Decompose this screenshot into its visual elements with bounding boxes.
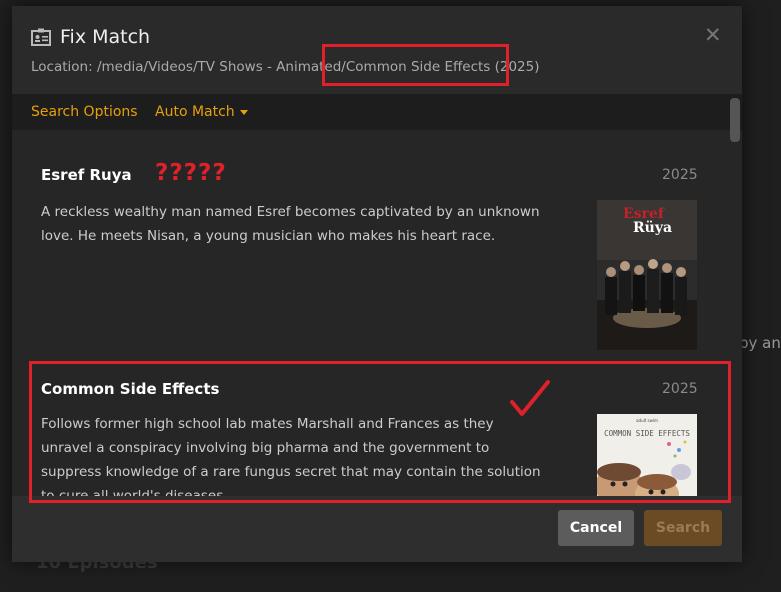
cancel-button[interactable]: Cancel [558, 510, 634, 546]
result-item[interactable]: Esref Ruya 2025 A reckless wealthy man n… [12, 130, 730, 356]
result-year: 2025 [662, 167, 698, 183]
result-description: Follows former high school lab mates Mar… [41, 416, 541, 496]
result-poster: adult swim COMMON SIDE EFFECTS [597, 414, 697, 496]
annotation-question-marks: ????? [155, 160, 227, 186]
result-title: Esref Ruya [41, 166, 132, 184]
poster-network-label: adult swim [636, 418, 658, 423]
poster-title-line2: Rüya [633, 220, 672, 236]
results-scrollbar[interactable] [730, 98, 740, 142]
result-title: Common Side Effects [41, 380, 220, 398]
dialog-title: Fix Match [60, 26, 151, 48]
poster-title-text: COMMON SIDE EFFECTS [604, 429, 690, 438]
dialog-footer: Cancel Search [12, 496, 742, 562]
result-item[interactable]: Common Side Effects 2025 Follows former … [12, 356, 730, 496]
background-description-fragment: by an [739, 334, 781, 352]
tab-auto-match-label: Auto Match [155, 104, 235, 120]
fix-match-dialog: Fix Match ✕ Location: /media/Videos/TV S… [12, 6, 742, 562]
dialog-tabs: Search Options Auto Match [12, 94, 742, 130]
results-list: Esref Ruya 2025 A reckless wealthy man n… [12, 130, 742, 496]
id-card-icon [31, 28, 51, 46]
location-path: Location: /media/Videos/TV Shows - Anima… [31, 59, 540, 75]
tab-search-options[interactable]: Search Options [31, 104, 138, 120]
result-year: 2025 [662, 381, 698, 397]
result-description: A reckless wealthy man named Esref becom… [41, 204, 540, 244]
caret-down-icon [239, 109, 248, 115]
dialog-header: Fix Match ✕ Location: /media/Videos/TV S… [12, 6, 742, 94]
tab-auto-match[interactable]: Auto Match [155, 104, 248, 120]
result-poster: Esref Rüya [597, 200, 697, 350]
search-button[interactable]: Search [644, 510, 722, 546]
close-icon[interactable]: ✕ [704, 23, 722, 47]
checkmark-icon [510, 380, 550, 416]
